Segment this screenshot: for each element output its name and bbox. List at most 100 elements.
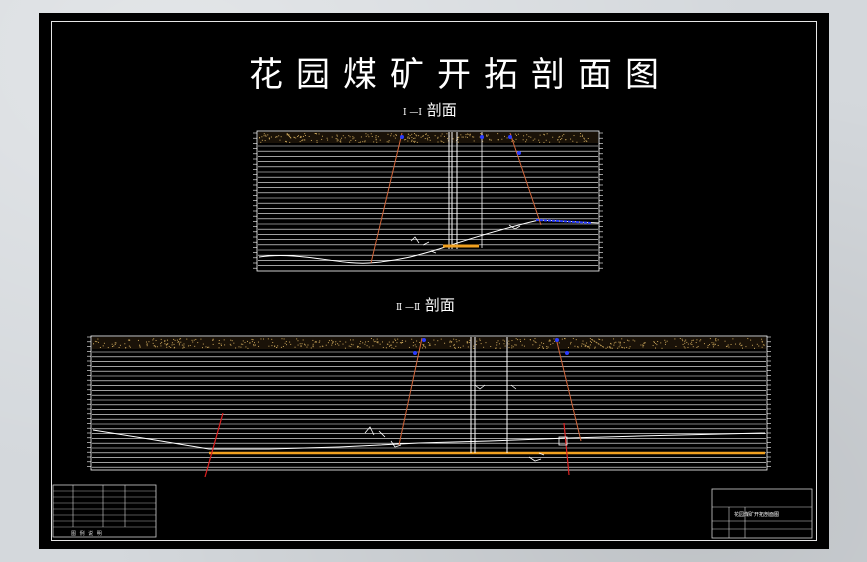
topsoil-dot [628,347,630,349]
topsoil-dot [558,141,560,143]
topsoil-dot [312,339,314,341]
topsoil-dot [352,138,354,140]
topsoil-dot [425,347,427,349]
topsoil-dot [257,341,259,343]
topsoil-dot [415,134,417,136]
topsoil-dot [449,340,451,342]
topsoil-dot [756,343,758,345]
topsoil-dot [449,345,451,347]
topsoil-dot [514,133,516,135]
title-block-drawing-name: 花园煤矿开拓剖面图 [734,512,780,518]
topsoil-dot [414,140,416,142]
topsoil-dot [300,345,302,347]
topsoil-dot [468,342,470,344]
topsoil-dot [422,347,424,349]
topsoil-dot [178,341,180,343]
topsoil-dot [546,133,548,135]
topsoil-dot [365,135,367,137]
topsoil-dot [376,141,378,143]
topsoil-dot [224,344,226,346]
topsoil-dot [193,339,195,341]
topsoil-dot [392,341,394,343]
topsoil-dot [761,341,763,343]
topsoil-dot [452,138,454,140]
topsoil-dot [289,141,291,143]
topsoil-dot [127,339,129,341]
topsoil-dot [575,339,577,341]
topsoil-dot [546,347,548,349]
topsoil-dot [304,133,306,135]
topsoil-dot [173,347,175,349]
topsoil-dot [272,341,274,343]
topsoil-dot [312,343,314,345]
topsoil-dot [178,344,180,346]
topsoil-dot [447,138,449,140]
topsoil-dot [582,340,584,342]
topsoil-dot [559,136,561,138]
topsoil-dot [512,346,514,348]
topsoil-dot [453,338,455,340]
topsoil-dot [263,133,265,135]
topsoil-dot [125,347,127,349]
topsoil-dot [581,345,583,347]
topsoil-dot [420,136,422,138]
topsoil-dot [574,345,576,347]
topsoil-dot [97,341,99,343]
topsoil-dot [691,339,693,341]
topsoil-dot [349,339,351,341]
topsoil-dot [102,345,104,347]
topsoil-dot [745,346,747,348]
topsoil-dot [601,339,603,341]
topsoil-dot [696,346,698,348]
topsoil-dot [182,347,184,349]
topsoil-dot [411,136,413,138]
topsoil-dot [390,135,392,137]
topsoil-dot [253,345,255,347]
topsoil-dot [561,138,563,140]
topsoil-dot [583,137,585,139]
topsoil-dot [598,338,600,340]
topsoil-dot [166,339,168,341]
topsoil-dot [443,141,445,143]
topsoil-dot [261,136,263,138]
topsoil-dot [408,137,410,139]
topsoil-dot [585,140,587,142]
topsoil-dot [299,343,301,345]
topsoil-dot [164,343,166,345]
topsoil-dot [628,340,630,342]
topsoil-dot [187,345,189,347]
topsoil-dot [572,140,574,142]
topsoil-dot [152,342,154,344]
topsoil-dot [589,340,591,342]
topsoil-dot [113,345,115,347]
topsoil-dot [388,140,390,142]
topsoil-dot [517,339,519,341]
topsoil-dot [368,346,370,348]
topsoil-dot [295,137,297,139]
topsoil-dot [365,341,367,343]
topsoil-dot [490,139,492,141]
topsoil-dot [543,343,545,345]
topsoil-dot [251,338,253,340]
topsoil-dot [372,345,374,347]
topsoil-dot [504,135,506,137]
topsoil-dot [717,339,719,341]
legend-caption: 图 例 说 明 [71,531,103,537]
topsoil-dot [334,343,336,345]
topsoil-dot [655,347,657,349]
topsoil-dot [94,340,96,342]
topsoil-dot [146,343,148,345]
topsoil-dot [168,346,170,348]
topsoil-dot [411,133,413,135]
topsoil-dot [424,345,426,347]
section-1-blue-dot [400,135,404,139]
topsoil-dot [579,135,581,137]
topsoil-dot [385,347,387,349]
topsoil-dot [297,344,299,346]
topsoil-dot [315,133,317,135]
topsoil-dot [304,135,306,137]
topsoil-dot [428,136,430,138]
topsoil-dot [664,339,666,341]
topsoil-dot [223,339,225,341]
topsoil-dot [511,347,513,349]
